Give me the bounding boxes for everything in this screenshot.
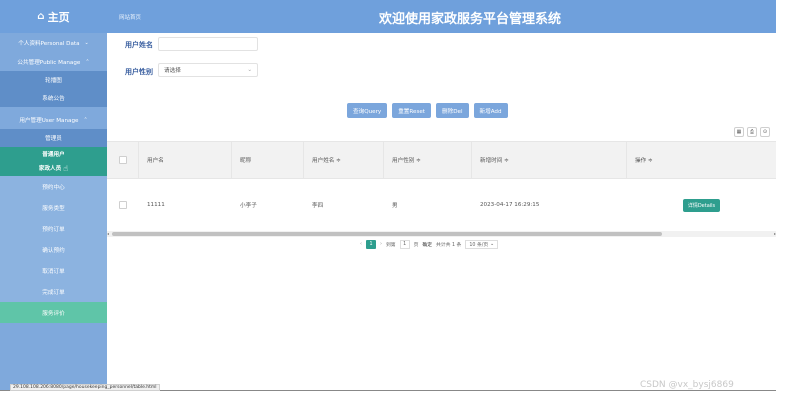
sidebar-item-booking-orders[interactable]: 预约订单 <box>0 218 107 239</box>
header-nickname[interactable]: 昵称 <box>232 142 304 178</box>
sidebar-item-service-type[interactable]: 服务类型 <box>0 197 107 218</box>
top-bar: ⌂ 主页 网站首页 欢迎使用家政服务平台管理系统 <box>0 0 776 33</box>
sidebar-group-public[interactable]: 公共管理Public Manage ⌃ <box>0 52 107 71</box>
select-all-cell <box>107 142 139 178</box>
chevron-up-icon: ⌃ <box>83 116 88 123</box>
goto-page-input[interactable]: 1 <box>399 239 410 249</box>
select-all-checkbox[interactable] <box>118 156 127 164</box>
sidebar-item-notice[interactable]: 系统公告 <box>0 89 107 107</box>
sidebar-item-booking-center[interactable]: 预约中心 <box>0 176 107 197</box>
row-select-cell <box>107 179 139 231</box>
gender-select[interactable]: 请选择 ⌄ <box>158 63 258 77</box>
header-realname[interactable]: 用户姓名 ≑ <box>304 142 384 178</box>
cell-created: 2023-04-17 16:29:15 <box>480 202 540 208</box>
delete-button[interactable]: 删除Del <box>436 103 469 118</box>
chevron-down-icon: ⌄ <box>247 67 252 73</box>
action-buttons: 查询Query 重置Reset 删除Del 新增Add <box>347 103 508 118</box>
query-button[interactable]: 查询Query <box>347 103 388 118</box>
export-icon[interactable]: ⊙ <box>760 127 770 137</box>
sidebar-group-user[interactable]: 用户管理User Manage ⌃ <box>0 110 107 129</box>
row-checkbox[interactable] <box>119 201 127 209</box>
home-label: 主页 <box>47 10 70 24</box>
home-icon: ⌂ <box>37 11 45 22</box>
table-row: 11111 小李子 李四 男 2023-04-17 16:29:15 详情Det… <box>107 179 776 232</box>
sidebar-item-carousel[interactable]: 轮播图 <box>0 71 107 89</box>
status-url: 29.108.108.206:8080/page/housekeeping_pe… <box>10 384 160 391</box>
chevron-up-icon: ⌃ <box>85 58 90 65</box>
page-size-select[interactable]: 10 条/页 ⌄ <box>465 239 499 249</box>
prev-page-icon[interactable]: ‹ <box>360 241 362 247</box>
header-username[interactable]: 用户名 <box>139 142 232 178</box>
add-button[interactable]: 新增Add <box>473 103 508 118</box>
goto-confirm-button[interactable]: 确定 <box>422 241 432 248</box>
scroll-thumb[interactable] <box>112 232 662 236</box>
username-input[interactable] <box>158 37 258 51</box>
total-count: 共计共 1 条 <box>436 242 462 248</box>
page-current[interactable]: 1 <box>366 239 376 249</box>
goto-label: 到第 <box>386 242 396 248</box>
reset-button[interactable]: 重置Reset <box>392 103 432 118</box>
cell-action: 详情Details <box>627 179 776 231</box>
sidebar-item-housekeeper[interactable]: 家政人员 ☝ <box>0 160 107 176</box>
header-created[interactable]: 新增时间 ≑ <box>472 142 627 178</box>
cell-nickname: 小李子 <box>240 203 257 209</box>
table-header: 用户名 昵称 用户姓名 ≑ 用户性别 ≑ 新增时间 ≑ 操作 ≑ <box>107 141 776 179</box>
sidebar-item-confirm-booking[interactable]: 确认预约 <box>0 239 107 260</box>
columns-icon[interactable]: ▦ <box>734 127 744 137</box>
watermark: CSDN @vx_bysj6869 <box>640 380 734 390</box>
sidebar-group-personal[interactable]: 个人资料Personal Data ⌄ <box>0 33 107 52</box>
cursor-hand-icon: ☝ <box>63 163 69 173</box>
sidebar-item-label: 家政人员 <box>38 166 62 172</box>
home-link[interactable]: ⌂ 主页 <box>0 0 107 33</box>
page-unit: 页 <box>413 242 419 248</box>
system-title: 欢迎使用家政服务平台管理系统 <box>378 12 561 27</box>
sidebar-item-complete-orders[interactable]: 完成订单 <box>0 281 107 302</box>
next-page-icon[interactable]: › <box>380 241 382 247</box>
data-table: ▦ ⎙ ⊙ 用户名 昵称 用户姓名 ≑ 用户性别 ≑ 新增时间 ≑ 操作 ≑ 1… <box>107 124 776 240</box>
header-action[interactable]: 操作 ≑ <box>627 142 776 178</box>
sidebar-item-service-review[interactable]: 服务评价 <box>0 302 107 323</box>
sidebar-group-label: 用户管理User Manage <box>19 117 79 124</box>
breadcrumb[interactable]: 网站首页 <box>119 13 141 21</box>
cell-username: 11111 <box>147 202 165 208</box>
chevron-down-icon: ⌄ <box>84 39 89 46</box>
horizontal-scrollbar[interactable]: ◂ ▸ <box>107 231 776 237</box>
print-icon[interactable]: ⎙ <box>747 127 757 137</box>
sidebar-item-admin[interactable]: 管理员 <box>0 129 107 147</box>
scroll-right-icon[interactable]: ▸ <box>774 231 776 237</box>
scroll-left-icon[interactable]: ◂ <box>107 231 109 237</box>
sidebar: 个人资料Personal Data ⌄ 公共管理Public Manage ⌃ … <box>0 33 107 390</box>
sidebar-item-regular-user[interactable]: 普通用户 <box>0 147 107 160</box>
details-button[interactable]: 详情Details <box>682 198 721 212</box>
page-size-value: 10 条/页 <box>469 242 489 248</box>
sidebar-group-label: 公共管理Public Manage <box>17 59 81 66</box>
cell-realname: 李四 <box>312 203 324 209</box>
gender-label: 用户性别 <box>125 68 153 76</box>
pagination: ‹ 1 › 到第 1 页 确定 共计共 1 条 10 条/页 ⌄ <box>360 239 499 249</box>
username-label: 用户姓名 <box>125 41 153 49</box>
gender-select-value: 请选择 <box>164 68 181 74</box>
table-toolbar: ▦ ⎙ ⊙ <box>734 127 770 137</box>
chevron-down-icon: ⌄ <box>490 241 495 247</box>
cell-gender: 男 <box>392 203 398 209</box>
sidebar-item-cancel-orders[interactable]: 取消订单 <box>0 260 107 281</box>
app-root: ⌂ 主页 网站首页 欢迎使用家政服务平台管理系统 个人资料Personal Da… <box>0 0 801 403</box>
sidebar-group-label: 个人资料Personal Data <box>18 40 80 47</box>
header-gender[interactable]: 用户性别 ≑ <box>384 142 472 178</box>
